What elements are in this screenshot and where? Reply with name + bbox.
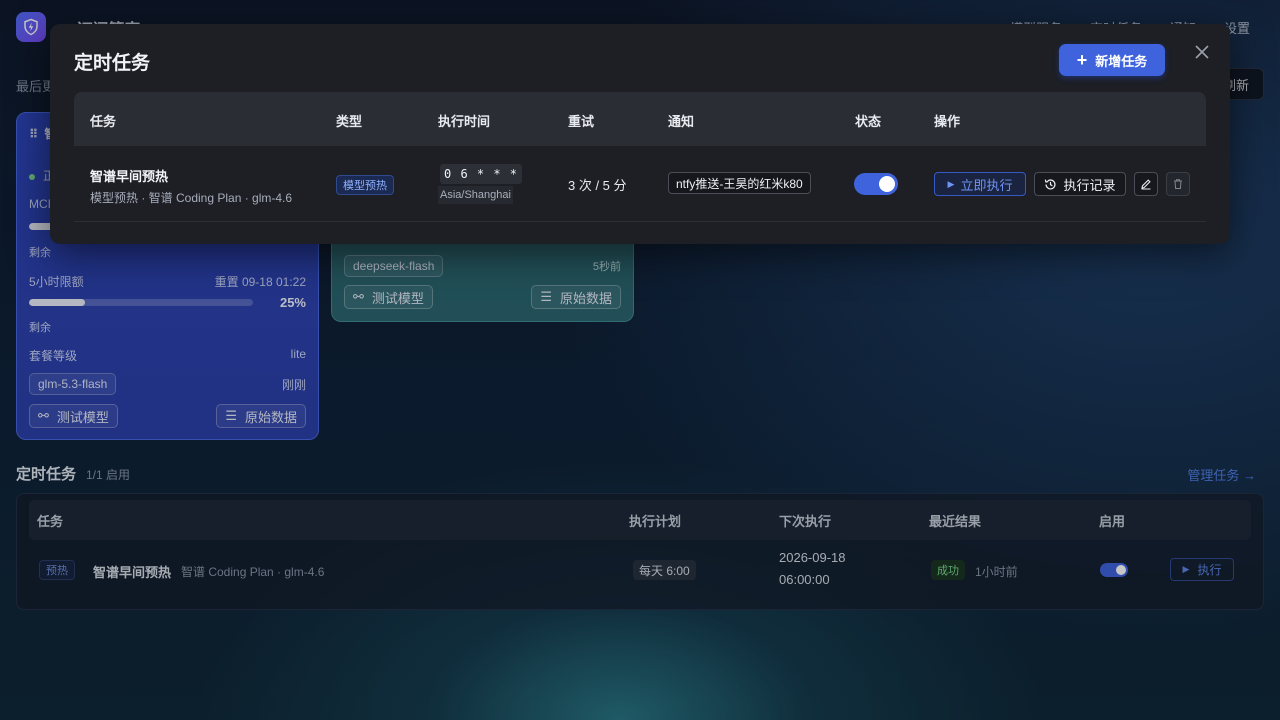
add-task-button[interactable]: + 新增任务 bbox=[1059, 44, 1165, 76]
limit-label: 5小时限额 bbox=[29, 275, 84, 289]
col-type: 类型 bbox=[336, 114, 363, 129]
add-task-label: 新增任务 bbox=[1095, 53, 1148, 69]
col-notify: 通知 bbox=[668, 114, 695, 129]
run-now-button[interactable]: ▶ 立即执行 bbox=[934, 172, 1026, 196]
section-title: 定时任务 bbox=[16, 466, 77, 483]
col-task: 任务 bbox=[90, 114, 117, 129]
schedule-modal: 定时任务 + 新增任务 任务 类型 执行时间 重试 通知 状态 操作 智谱早间预… bbox=[50, 24, 1230, 244]
play-icon: ▶ bbox=[947, 178, 955, 189]
run-button[interactable]: ▶ 执行 bbox=[1170, 558, 1234, 581]
toggle-knob bbox=[1116, 565, 1126, 575]
delete-button[interactable] bbox=[1166, 172, 1190, 196]
history-label: 执行记录 bbox=[1063, 177, 1116, 193]
edit-icon bbox=[1141, 179, 1151, 190]
col-next: 下次执行 bbox=[779, 514, 832, 529]
test-model-button[interactable]: ⚯ 测试模型 bbox=[29, 404, 118, 428]
notify-channel: ntfy推送-王昊的红米k80 bbox=[668, 172, 811, 194]
schedule-panel: 任务 执行计划 下次执行 最近结果 启用 预热 智谱早间预热 智谱 Coding… bbox=[16, 493, 1264, 610]
model-time: 刚刚 bbox=[281, 377, 306, 392]
status-toggle[interactable] bbox=[854, 173, 898, 195]
col-time: 执行时间 bbox=[438, 114, 491, 129]
document-icon: ☰ bbox=[225, 408, 237, 423]
play-icon: ▶ bbox=[1182, 564, 1190, 574]
result-time: 1小时前 bbox=[975, 565, 1018, 579]
trash-icon bbox=[1174, 179, 1182, 189]
table-row: 智谱早间预热 模型预热 · 智谱 Coding Plan · glm-4.6 模… bbox=[74, 146, 1206, 222]
limit-progress-bar bbox=[29, 299, 253, 306]
timezone-label: Asia/Shanghai bbox=[438, 186, 513, 204]
app-logo bbox=[16, 12, 46, 42]
col-ops: 操作 bbox=[934, 114, 961, 129]
plan-value: lite bbox=[290, 347, 306, 361]
cron-expression: 0 6 * * * bbox=[440, 164, 523, 184]
table-header: 任务 类型 执行时间 重试 通知 状态 操作 bbox=[74, 92, 1206, 146]
col-task: 任务 bbox=[37, 514, 64, 529]
plan-row: 套餐等级 lite bbox=[29, 347, 306, 364]
table-row: 预热 智谱早间预热 智谱 Coding Plan · glm-4.6 每天 6:… bbox=[29, 540, 1251, 606]
col-result: 最近结果 bbox=[929, 514, 982, 529]
link-icon: ⚯ bbox=[353, 289, 364, 304]
col-status: 状态 bbox=[855, 114, 882, 129]
tag-badge: 预热 bbox=[39, 560, 75, 580]
section-subtitle: 1/1 启用 bbox=[86, 468, 131, 482]
enable-toggle[interactable] bbox=[1100, 563, 1128, 577]
raw-data-button[interactable]: ☰ 原始数据 bbox=[531, 285, 621, 309]
model-chip: glm-5.3-flash bbox=[29, 373, 117, 395]
remain-label: 剩余 bbox=[29, 322, 51, 334]
col-enabled: 启用 bbox=[1099, 514, 1126, 529]
task-table: 任务 类型 执行时间 重试 通知 状态 操作 智谱早间预热 模型预热 · 智谱 … bbox=[74, 92, 1206, 222]
retry-value: 3 次 / 5 分 bbox=[568, 178, 627, 193]
card-actions: ⚯ 测试模型 ☰ 原始数据 bbox=[344, 285, 621, 309]
document-icon: ☰ bbox=[540, 289, 552, 304]
task-name: 智谱早间预热 bbox=[93, 565, 172, 580]
modal-title: 定时任务 bbox=[74, 53, 151, 74]
status-badge: 成功 bbox=[931, 560, 965, 580]
status-dot-icon bbox=[29, 173, 35, 180]
col-retry: 重试 bbox=[568, 114, 595, 129]
history-icon bbox=[1045, 178, 1057, 190]
manage-tasks-link[interactable]: 管理任务 → bbox=[1187, 465, 1256, 484]
model-time: 5秒前 bbox=[592, 261, 621, 273]
edit-button[interactable] bbox=[1134, 172, 1158, 196]
next-date: 2026-09-18 bbox=[779, 550, 846, 565]
plus-icon: + bbox=[1076, 50, 1088, 70]
toggle-knob bbox=[879, 176, 895, 192]
schedule-table-header: 任务 执行计划 下次执行 最近结果 启用 bbox=[29, 500, 1251, 540]
model-chip: deepseek-flash bbox=[344, 255, 444, 277]
model-row: deepseek-flash 5秒前 bbox=[344, 255, 621, 277]
history-button[interactable]: 执行记录 bbox=[1034, 172, 1126, 196]
raw-data-button[interactable]: ☰ 原始数据 bbox=[216, 404, 306, 428]
card-actions: ⚯ 测试模型 ☰ 原始数据 bbox=[29, 404, 306, 428]
task-desc: 智谱 Coding Plan · glm-4.6 bbox=[181, 565, 325, 579]
plan-badge: 每天 6:00 bbox=[633, 560, 696, 580]
model-row: glm-5.3-flash 刚刚 bbox=[29, 373, 306, 395]
remain-label: 剩余 bbox=[29, 247, 51, 259]
next-time: 06:00:00 bbox=[779, 572, 830, 587]
test-model-button[interactable]: ⚯ 测试模型 bbox=[344, 285, 433, 309]
limit-progress-row: 25% bbox=[29, 295, 306, 310]
task-desc: 模型预热 · 智谱 Coding Plan · glm-4.6 bbox=[90, 191, 293, 205]
plan-label: 套餐等级 bbox=[29, 349, 78, 363]
limit-row: 5小时限额 重置 09-18 01:22 bbox=[29, 273, 306, 290]
limit-percent: 25% bbox=[279, 295, 306, 310]
col-plan: 执行计划 bbox=[629, 514, 682, 529]
drag-handle-icon[interactable]: ⠿ bbox=[29, 127, 38, 141]
run-now-label: 立即执行 bbox=[960, 177, 1013, 193]
shield-bolt-icon bbox=[24, 18, 38, 36]
link-icon: ⚯ bbox=[38, 408, 49, 423]
close-icon[interactable] bbox=[1192, 42, 1212, 62]
type-badge: 模型预热 bbox=[336, 175, 394, 195]
task-name: 智谱早间预热 bbox=[90, 169, 169, 184]
reset-time: 重置 09-18 01:22 bbox=[214, 275, 306, 289]
